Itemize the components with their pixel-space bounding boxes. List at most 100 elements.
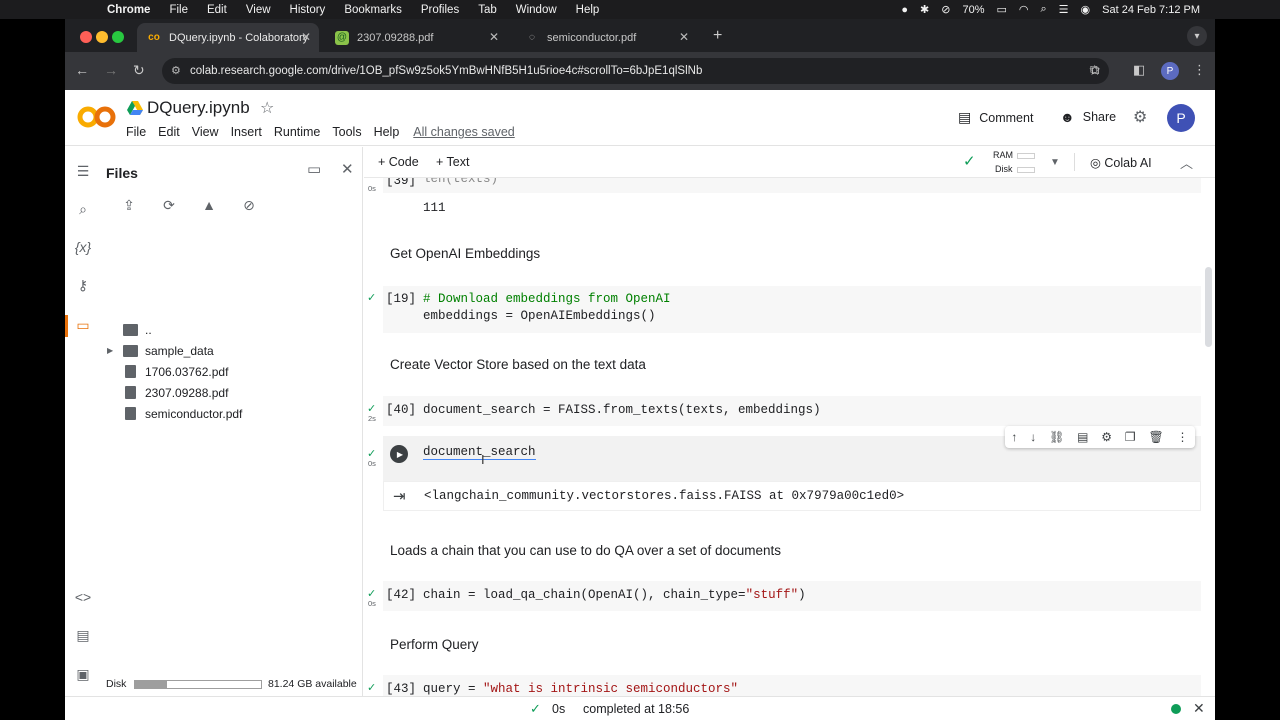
google-drive-icon[interactable] bbox=[127, 101, 143, 115]
side-panel-icon[interactable]: ◧ bbox=[1133, 62, 1145, 78]
comment-button[interactable]: ▤ Comment bbox=[958, 109, 1033, 126]
cell-code[interactable]: query = "what is intrinsic semiconductor… bbox=[423, 682, 738, 696]
colab-ai-button[interactable]: ◎ Colab AI bbox=[1090, 155, 1152, 170]
chrome-menu-icon[interactable]: ⋮ bbox=[1193, 62, 1206, 78]
menu-tab[interactable]: Tab bbox=[478, 4, 497, 16]
minimize-window-button[interactable] bbox=[96, 31, 108, 43]
disk-meter[interactable]: Disk bbox=[995, 164, 1035, 174]
tree-item-sample-data[interactable]: ▶ sample_data bbox=[101, 340, 363, 361]
mount-drive-icon[interactable]: ▲ bbox=[199, 197, 219, 214]
cell-code[interactable]: embeddings = OpenAIEmbeddings() bbox=[423, 309, 656, 323]
link-icon[interactable]: ⛓ bbox=[1049, 430, 1064, 444]
notebook-scrollbar[interactable] bbox=[1205, 267, 1212, 347]
close-window-button[interactable] bbox=[80, 31, 92, 43]
markdown-cell[interactable]: Perform Query bbox=[390, 637, 479, 652]
run-cell-button[interactable]: ▶ bbox=[390, 445, 408, 463]
colab-logo-icon[interactable] bbox=[77, 104, 117, 130]
tab-colab[interactable]: co DQuery.ipynb - Colaboratory ✕ bbox=[137, 23, 319, 52]
mirror-cell-icon[interactable]: ❐ bbox=[1125, 430, 1136, 444]
battery-percent[interactable]: 70% bbox=[962, 4, 984, 16]
cell-code[interactable]: document_search bbox=[423, 445, 536, 460]
code-cell-43[interactable]: [43] query = "what is intrinsic semicond… bbox=[383, 675, 1201, 696]
collapse-chevron-icon[interactable]: ︿ bbox=[1180, 153, 1193, 172]
secrets-key-icon[interactable]: ⚷ bbox=[73, 275, 93, 295]
move-up-icon[interactable]: ↑ bbox=[1011, 430, 1017, 444]
terminal-icon[interactable]: ▣ bbox=[73, 664, 93, 684]
colab-menu-runtime[interactable]: Runtime bbox=[274, 125, 321, 139]
close-tab-icon[interactable]: ✕ bbox=[489, 30, 499, 44]
code-cell-19[interactable]: [19] # Download embeddings from OpenAI e… bbox=[383, 286, 1201, 333]
address-bar[interactable]: ⚙ colab.research.google.com/drive/1OB_pf… bbox=[162, 58, 1109, 84]
code-snippets-icon[interactable]: <> bbox=[73, 587, 93, 607]
zoom-window-button[interactable] bbox=[112, 31, 124, 43]
record-icon[interactable]: ● bbox=[901, 4, 908, 16]
colab-menu-insert[interactable]: Insert bbox=[231, 125, 262, 139]
markdown-cell[interactable]: Create Vector Store based on the text da… bbox=[390, 357, 646, 372]
tab-semiconductor[interactable]: ◌ semiconductor.pdf ✕ bbox=[515, 23, 697, 52]
cell-settings-icon[interactable]: ⚙ bbox=[1101, 430, 1112, 444]
open-in-tab-icon[interactable]: ▭ bbox=[307, 160, 321, 178]
extensions-icon[interactable]: ⧉ bbox=[1090, 62, 1099, 78]
menu-history[interactable]: History bbox=[290, 4, 326, 16]
search-icon[interactable]: ⌕ bbox=[73, 199, 93, 219]
tree-item-file[interactable]: semiconductor.pdf bbox=[101, 403, 363, 424]
menu-app-name[interactable]: Chrome bbox=[107, 4, 150, 16]
wifi-icon[interactable]: ◠ bbox=[1019, 3, 1029, 16]
expand-arrow-icon[interactable]: ▶ bbox=[107, 346, 113, 355]
menu-view[interactable]: View bbox=[246, 4, 271, 16]
cell-code-comment[interactable]: # Download embeddings from OpenAI bbox=[423, 292, 671, 306]
refresh-folder-icon[interactable]: ⟳ bbox=[159, 197, 179, 214]
runtime-status-dot[interactable] bbox=[1171, 704, 1181, 714]
tree-item-parent[interactable]: .. bbox=[101, 319, 363, 340]
menu-window[interactable]: Window bbox=[516, 4, 557, 16]
menu-bookmarks[interactable]: Bookmarks bbox=[344, 4, 402, 16]
menu-help[interactable]: Help bbox=[576, 4, 600, 16]
control-center-icon[interactable]: ☰ bbox=[1059, 3, 1069, 16]
move-down-icon[interactable]: ↓ bbox=[1030, 430, 1036, 444]
reload-icon[interactable]: ↻ bbox=[133, 62, 145, 79]
back-icon[interactable]: ← bbox=[75, 62, 89, 78]
siri-icon[interactable]: ◉ bbox=[1081, 3, 1091, 16]
bluetooth-icon[interactable]: ✱ bbox=[920, 3, 929, 16]
cell-code[interactable]: document_search = FAISS.from_texts(texts… bbox=[423, 403, 821, 417]
user-avatar[interactable]: P bbox=[1167, 104, 1195, 132]
tree-item-file[interactable]: 1706.03762.pdf bbox=[101, 361, 363, 382]
menu-file[interactable]: File bbox=[169, 4, 188, 16]
close-tab-icon[interactable]: ✕ bbox=[301, 30, 311, 44]
cell-code[interactable]: chain = load_qa_chain(OpenAI(), chain_ty… bbox=[423, 588, 806, 602]
new-tab-icon[interactable]: + bbox=[713, 27, 722, 45]
markdown-cell[interactable]: Get OpenAI Embeddings bbox=[390, 246, 540, 261]
cell-code[interactable]: len(texts) bbox=[423, 178, 498, 186]
star-icon[interactable]: ☆ bbox=[260, 98, 274, 118]
upload-file-icon[interactable]: ⇪ bbox=[119, 197, 139, 214]
dnd-icon[interactable]: ⊘ bbox=[941, 3, 950, 16]
code-cell-39[interactable]: [39] len(texts) bbox=[383, 178, 1201, 193]
battery-icon[interactable]: ▭ bbox=[996, 3, 1006, 16]
share-button[interactable]: ☻ Share bbox=[1060, 109, 1116, 125]
variables-icon[interactable]: {x} bbox=[73, 237, 93, 257]
code-cell-40[interactable]: [40] document_search = FAISS.from_texts(… bbox=[383, 396, 1201, 426]
notebook-title[interactable]: DQuery.ipynb bbox=[147, 98, 250, 118]
clock[interactable]: Sat 24 Feb 7:12 PM bbox=[1102, 4, 1200, 16]
code-cell-42[interactable]: [42] chain = load_qa_chain(OpenAI(), cha… bbox=[383, 581, 1201, 611]
exec-duration[interactable]: 0s bbox=[552, 702, 565, 716]
resources-dropdown-icon[interactable]: ▼ bbox=[1050, 157, 1060, 168]
menu-edit[interactable]: Edit bbox=[207, 4, 227, 16]
more-options-icon[interactable]: ⋮ bbox=[1177, 430, 1189, 444]
close-panel-icon[interactable]: ✕ bbox=[341, 160, 354, 178]
hide-files-icon[interactable]: ⊘ bbox=[239, 197, 259, 214]
site-info-icon[interactable]: ⚙ bbox=[171, 64, 181, 77]
completed-status[interactable]: completed at 18:56 bbox=[583, 702, 689, 716]
close-status-icon[interactable]: ✕ bbox=[1193, 700, 1205, 717]
menu-profiles[interactable]: Profiles bbox=[421, 4, 459, 16]
close-tab-icon[interactable]: ✕ bbox=[679, 30, 689, 44]
colab-menu-view[interactable]: View bbox=[192, 125, 219, 139]
files-folder-icon[interactable]: ▭ bbox=[73, 315, 93, 335]
delete-icon[interactable]: 🗑 bbox=[1148, 430, 1163, 444]
forward-icon[interactable]: → bbox=[104, 62, 118, 78]
table-of-contents-icon[interactable]: ☰ bbox=[73, 161, 93, 181]
output-actions-icon[interactable]: ⇥ bbox=[393, 487, 406, 505]
profile-avatar[interactable]: P bbox=[1161, 62, 1179, 80]
markdown-cell[interactable]: Loads a chain that you can use to do QA … bbox=[390, 543, 781, 558]
add-code-button[interactable]: + Code bbox=[378, 155, 419, 169]
